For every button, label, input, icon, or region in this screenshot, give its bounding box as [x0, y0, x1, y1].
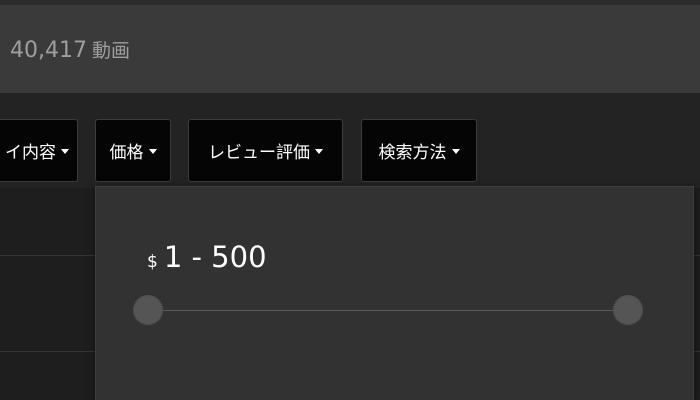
filter-content-button[interactable]: イ内容	[0, 119, 78, 182]
filter-search-method-button[interactable]: 検索方法	[361, 119, 477, 182]
caret-down-icon	[315, 149, 323, 154]
result-count-number: 40,417	[10, 38, 87, 63]
price-range-display: $1 - 500	[147, 243, 267, 272]
result-count-unit: 動画	[91, 40, 130, 62]
filter-price-label: 価格	[109, 143, 144, 163]
caret-down-icon	[61, 149, 69, 154]
filter-price-button[interactable]: 価格	[95, 119, 171, 182]
price-range-value: 1 - 500	[163, 240, 267, 274]
filter-review-label: レビュー評価	[208, 143, 310, 163]
result-count-bar: 40,417 動画	[0, 5, 700, 93]
price-dropdown-panel: $1 - 500	[95, 186, 694, 400]
caret-down-icon	[148, 149, 157, 154]
filter-review-button[interactable]: レビュー評価	[188, 119, 343, 182]
filter-content-label: イ内容	[5, 143, 56, 163]
page: 40,417 動画 イ内容 価格 レビュー評価 検索方法 $1 - 500	[0, 0, 700, 400]
price-slider-track[interactable]	[148, 310, 628, 311]
result-count: 40,417 動画	[10, 40, 130, 62]
currency-symbol: $	[147, 252, 158, 272]
caret-down-icon	[451, 149, 460, 154]
price-slider-max-handle[interactable]	[613, 295, 643, 325]
price-slider-min-handle[interactable]	[133, 295, 163, 325]
filter-search-method-label: 検索方法	[378, 143, 447, 163]
